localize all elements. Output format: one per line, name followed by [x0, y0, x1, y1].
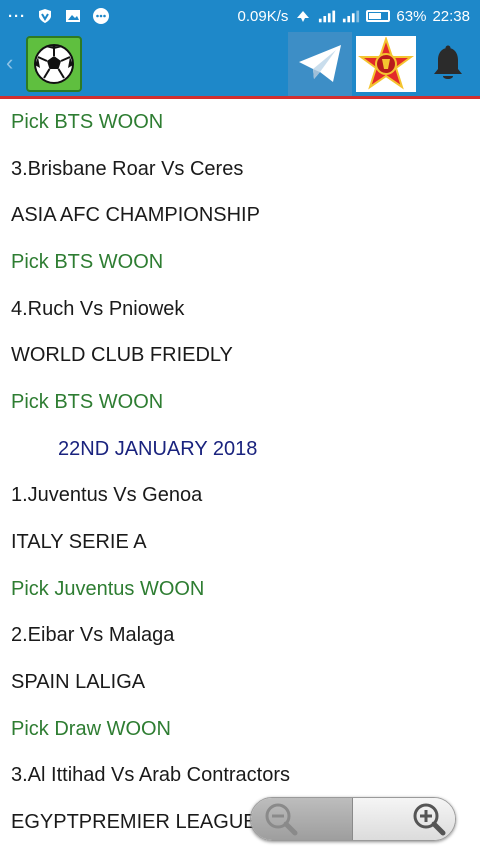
app-bar: ‹	[0, 32, 480, 99]
zoom-out-button[interactable]	[251, 798, 353, 840]
zoom-in-button[interactable]	[353, 798, 455, 840]
zoom-control	[250, 797, 456, 841]
bell-icon	[434, 45, 462, 79]
zoom-in-icon	[413, 803, 446, 836]
telegram-icon	[299, 45, 341, 82]
network-speed: 0.09K/s	[237, 7, 289, 25]
status-left: ···	[0, 7, 110, 25]
list-item-league: SPAIN LALIGA	[11, 671, 146, 694]
list-item-pick: Pick BTS WOON	[11, 390, 164, 413]
signal-icon	[318, 7, 336, 25]
star-emblem-button[interactable]	[356, 36, 416, 92]
list-item-league: WORLD CLUB FRIEDLY	[11, 344, 233, 367]
list-item-match: 4.Ruch Vs Pniowek	[11, 297, 185, 320]
signal-icon	[342, 7, 360, 25]
list-item-pick: Pick Juventus WOON	[11, 577, 205, 600]
list-item-pick: Pick BTS WOON	[11, 250, 164, 273]
telegram-button[interactable]	[288, 32, 352, 96]
notification-button[interactable]	[424, 40, 472, 88]
list-item-pick: Pick BTS WOON	[11, 110, 164, 133]
back-chevron-icon[interactable]: ‹	[6, 50, 13, 76]
status-right: 0.09K/s 63% 22:38	[238, 7, 480, 25]
status-bar: ··· 0.09K/s 63% 22:38	[0, 0, 480, 32]
zoom-out-icon	[265, 803, 298, 836]
star-emblem-icon	[358, 37, 414, 90]
soccer-ball-icon[interactable]	[26, 36, 82, 92]
clock: 22:38	[432, 7, 470, 25]
battery-icon	[366, 10, 391, 22]
date-heading: 22ND JANUARY 2018	[58, 437, 258, 460]
list-item-league: ITALY SERIE A	[11, 531, 147, 554]
image-icon	[64, 7, 82, 25]
battery-percent: 63%	[396, 7, 427, 25]
list-item-league: ASIA AFC CHAMPIONSHIP	[11, 204, 260, 227]
list-item-match: 2.Eibar Vs Malaga	[11, 624, 175, 647]
data-icon	[294, 7, 312, 25]
chat-icon	[92, 7, 110, 25]
overflow-dots: ···	[8, 7, 26, 25]
list-item-match: 1.Juventus Vs Genoa	[11, 484, 203, 507]
picks-list: Pick BTS WOON 3.Brisbane Roar Vs Ceres A…	[0, 99, 480, 846]
list-item-pick: Pick Draw WOON	[11, 717, 171, 740]
list-item-match: 3.Al Ittihad Vs Arab Contractors	[11, 764, 291, 787]
list-item-match: 3.Brisbane Roar Vs Ceres	[11, 157, 244, 180]
shield-icon	[36, 7, 54, 25]
